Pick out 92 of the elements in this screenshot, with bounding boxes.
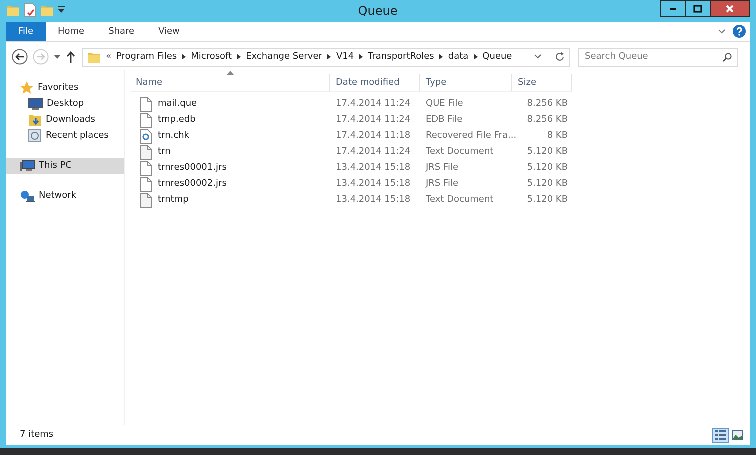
size-cell-text: 8.256 KB (526, 114, 569, 127)
type-cell-text: Text Document (425, 146, 495, 159)
close-icon (725, 4, 735, 14)
file-icon (140, 112, 152, 128)
type-cell-text: JRS File (424, 178, 460, 191)
minimize-button[interactable] (660, 0, 686, 17)
recent-locations-caret-icon[interactable] (54, 54, 61, 60)
item-count: 7 items (20, 430, 54, 440)
breadcrumb-segment[interactable]: data (448, 52, 469, 62)
network-icon (20, 190, 35, 202)
file-icon (140, 96, 152, 112)
sidebar-item[interactable]: Recent places (6, 128, 124, 144)
date-cell-text: 13.4.2014 15:18 (335, 178, 412, 191)
file-name[interactable]: tmp.edb (130, 112, 330, 128)
overflow-chevron[interactable]: « (106, 52, 112, 62)
expand-ribbon-icon[interactable] (717, 28, 727, 36)
breadcrumb-arrow-icon[interactable] (439, 54, 444, 60)
size-cell-text: 5.120 KB (526, 162, 569, 175)
back-icon[interactable] (12, 49, 28, 65)
details-list-icon (715, 430, 726, 440)
star-icon (20, 81, 34, 95)
file-name[interactable]: trnres00002.jrs (130, 176, 330, 192)
column-header[interactable]: Type (420, 74, 512, 92)
size-cell-text: 5.120 KB (526, 194, 569, 207)
date-cell-text: 17.4.2014 11:24 (335, 114, 412, 127)
monitor-icon (28, 98, 43, 110)
date-cell-text: 17.4.2014 11:24 (335, 146, 412, 159)
properties-icon[interactable] (24, 3, 36, 17)
close-button[interactable] (710, 0, 750, 17)
column-header[interactable]: Size (512, 74, 572, 92)
ribbon-tab[interactable]: Home (46, 22, 97, 41)
type-cell-text: Text Document (425, 194, 495, 207)
computer-icon (20, 160, 35, 172)
type-cell-text: JRS File (424, 162, 460, 175)
text-file-icon (140, 192, 152, 208)
folder-icon (87, 50, 101, 64)
sidebar-item[interactable]: This PC (6, 158, 124, 174)
date-cell-text: 17.4.2014 11:18 (335, 130, 412, 143)
maximize-button[interactable] (685, 0, 711, 17)
size-cell-text: 5.120 KB (526, 146, 569, 159)
breadcrumb-arrow-icon[interactable] (327, 54, 332, 60)
date-cell-text: 17.4.2014 11:24 (335, 98, 412, 111)
file-name[interactable]: trntmp (130, 192, 330, 208)
date-cell-text: 13.4.2014 15:18 (335, 194, 412, 207)
breadcrumb-arrow-icon[interactable] (359, 54, 364, 60)
breadcrumb-segment[interactable]: Queue (482, 52, 512, 62)
text-file-icon (140, 144, 152, 160)
type-cell-text: QUE File (425, 98, 464, 111)
file-menu-tab[interactable]: File (6, 22, 46, 41)
breadcrumb-segment[interactable]: V14 (336, 52, 354, 62)
breadcrumb-arrow-icon[interactable] (474, 54, 478, 60)
details-view-button[interactable] (712, 428, 729, 442)
download-folder-icon (28, 113, 42, 127)
sidebar-item[interactable]: Favorites (6, 80, 124, 96)
ribbon-tab[interactable]: Share (96, 22, 147, 41)
minimize-icon (670, 8, 676, 10)
sidebar-item[interactable]: Desktop (6, 96, 124, 112)
breadcrumb-segment[interactable]: TransportRoles (368, 52, 434, 62)
picture-icon (732, 430, 743, 440)
dropdown-caret-icon[interactable] (58, 6, 65, 14)
sidebar-item[interactable]: Downloads (6, 112, 124, 128)
sidebar-item[interactable]: Network (6, 188, 124, 204)
file-name[interactable]: trn (130, 144, 330, 160)
window-title: Queue (357, 3, 399, 20)
file-name[interactable]: trn.chk (130, 128, 330, 144)
address-bar[interactable]: « Program Files Microsoft Exchange Server V14 TransportRoles data Queue (82, 48, 570, 66)
recent-places-icon (28, 129, 42, 143)
file-icon (140, 160, 152, 176)
refresh-icon[interactable] (555, 52, 565, 62)
sort-ascending-icon (226, 71, 234, 75)
breadcrumb-segment[interactable]: Exchange Server (246, 52, 322, 62)
breadcrumb-segment[interactable]: Microsoft (191, 52, 232, 62)
column-header[interactable]: Name (130, 74, 330, 92)
size-cell-text: 5.120 KB (526, 178, 569, 191)
up-icon[interactable] (66, 51, 76, 63)
size-cell-text: 8.256 KB (526, 98, 569, 111)
maximize-icon (693, 4, 703, 14)
dropdown-caret-icon[interactable] (534, 54, 542, 60)
date-cell-text: 13.4.2014 15:18 (335, 162, 412, 175)
search-field[interactable]: Search Queue (578, 48, 738, 66)
breadcrumb-arrow-icon[interactable] (182, 54, 186, 60)
breadcrumb-segment[interactable]: Program Files (116, 52, 178, 62)
help-icon[interactable] (733, 25, 746, 38)
column-header[interactable]: Date modified (330, 74, 420, 92)
large-icons-view-button[interactable] (729, 428, 746, 442)
file-icon (140, 176, 152, 192)
ribbon-tab[interactable]: View (146, 22, 192, 41)
search-icon[interactable] (723, 52, 732, 62)
type-cell-text: EDB File (425, 114, 464, 127)
file-name[interactable]: mail.que (130, 96, 330, 112)
breadcrumb-arrow-icon[interactable] (237, 54, 242, 60)
file-name[interactable]: trnres00001.jrs (130, 160, 330, 176)
